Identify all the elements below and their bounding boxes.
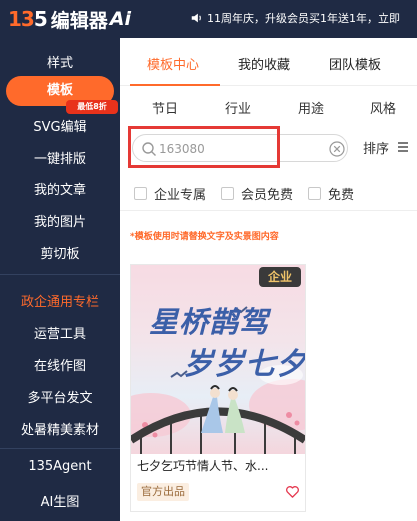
discount-badge: 最低8折 — [66, 100, 118, 114]
filter-divider — [120, 210, 417, 211]
sort-icon[interactable] — [396, 140, 410, 154]
logo-text: 编辑器 — [50, 9, 108, 32]
category-industry[interactable]: 行业 — [225, 98, 251, 117]
category-bar: 节日 行业 用途 风格 — [120, 86, 417, 126]
filter-bar: 企业专属 会员免费 免费 — [120, 178, 417, 208]
template-card[interactable]: 星桥鹊驾 岁岁七夕 企业 七夕乞巧节情人节、水... 官方出品 — [130, 264, 306, 512]
announcement-text: 11周年庆，升级会员买1年送1年，立即 — [207, 12, 400, 25]
sidebar-item-styles[interactable]: 样式 — [0, 52, 120, 71]
poster-title-line1: 星桥鹊驾 — [149, 305, 270, 339]
filter-enterprise[interactable]: 企业专属 — [134, 184, 206, 203]
sidebar-item-clipboard[interactable]: 剪切板 — [0, 243, 120, 262]
tab-team-templates[interactable]: 团队模板 — [329, 54, 381, 73]
official-badge: 官方出品 — [137, 483, 189, 501]
speaker-icon — [191, 13, 201, 23]
tab-my-favorites[interactable]: 我的收藏 — [238, 54, 290, 73]
category-style[interactable]: 风格 — [370, 98, 396, 117]
template-title[interactable]: 七夕乞巧节情人节、水... — [137, 457, 301, 474]
sidebar: 样式 模板 最低8折 SVG编辑 一键排版 我的文章 我的图片 剪切板 政企通用… — [0, 38, 120, 521]
main-panel: 模板中心 我的收藏 团队模板 节日 行业 用途 风格 排序 企业专属 — [120, 38, 417, 521]
heart-icon[interactable] — [285, 484, 300, 499]
sidebar-divider — [0, 448, 120, 449]
sidebar-item-my-images[interactable]: 我的图片 — [0, 211, 120, 230]
filter-label: 免费 — [328, 188, 355, 203]
sort-label[interactable]: 排序 — [363, 138, 389, 157]
logo-ai-text: Ai — [109, 8, 131, 30]
sidebar-item-one-click-layout[interactable]: 一键排版 — [0, 148, 120, 167]
template-thumbnail[interactable]: 星桥鹊驾 岁岁七夕 企业 — [131, 265, 305, 454]
filter-label: 企业专属 — [154, 188, 207, 203]
app-logo[interactable]: 135 编辑器 Ai — [8, 6, 131, 32]
sidebar-item-my-articles[interactable]: 我的文章 — [0, 179, 120, 198]
poster-title-line2: 岁岁七夕 — [183, 347, 305, 382]
filter-checkbox[interactable] — [134, 187, 147, 200]
sidebar-item-seasonal-materials[interactable]: 处暑精美素材 — [0, 419, 120, 438]
sidebar-item-ai-image[interactable]: AI生图 — [0, 491, 120, 510]
enterprise-tag: 企业 — [259, 267, 301, 287]
logo-mark: 135 — [8, 7, 48, 31]
filter-checkbox[interactable] — [221, 187, 234, 200]
filter-label: 会员免费 — [241, 188, 294, 203]
tab-bar: 模板中心 我的收藏 团队模板 — [120, 38, 417, 86]
sidebar-item-operations-tools[interactable]: 运营工具 — [0, 323, 120, 342]
announcement-banner[interactable]: 11周年庆，升级会员买1年送1年，立即 — [190, 10, 400, 26]
highlight-box — [128, 126, 280, 168]
sidebar-item-online-drawing[interactable]: 在线作图 — [0, 355, 120, 374]
category-festival[interactable]: 节日 — [152, 98, 178, 117]
sidebar-divider — [0, 274, 120, 275]
sidebar-item-135agent[interactable]: 135Agent — [0, 459, 120, 474]
sidebar-item-svg-editor[interactable]: SVG编辑 — [0, 116, 120, 135]
tab-template-center[interactable]: 模板中心 — [147, 54, 199, 73]
filter-checkbox[interactable] — [308, 187, 321, 200]
category-purpose[interactable]: 用途 — [298, 98, 324, 117]
clear-search-icon[interactable] — [329, 141, 345, 157]
top-bar: 135 编辑器 Ai 11周年庆，升级会员买1年送1年，立即 — [0, 0, 417, 38]
usage-notice: *模板使用时请替换文字及实景图内容 — [130, 232, 279, 242]
filter-free[interactable]: 免费 — [308, 184, 354, 203]
sidebar-item-government-column[interactable]: 政企通用专栏 — [0, 291, 120, 310]
sidebar-item-multi-platform[interactable]: 多平台发文 — [0, 387, 120, 406]
filter-member-free[interactable]: 会员免费 — [221, 184, 293, 203]
